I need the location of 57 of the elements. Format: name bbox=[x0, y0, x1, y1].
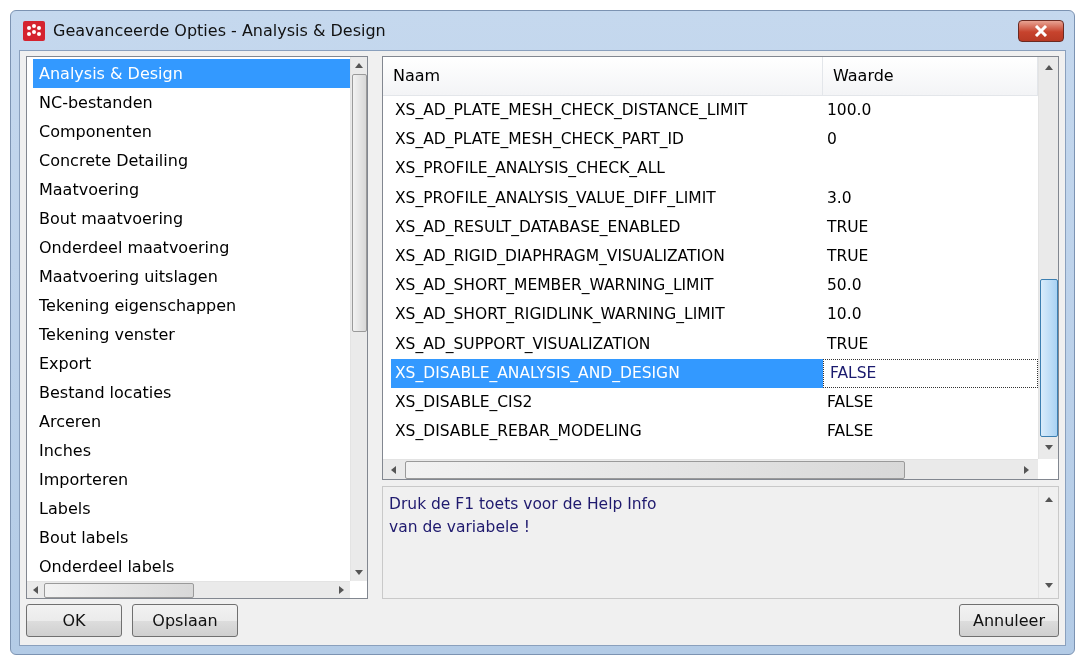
close-button[interactable] bbox=[1018, 19, 1064, 42]
scrollbar-thumb[interactable] bbox=[1039, 279, 1058, 437]
category-item[interactable]: Tekening venster bbox=[33, 320, 350, 349]
category-item[interactable]: Arceren bbox=[33, 407, 350, 436]
table-cell[interactable]: TRUE bbox=[823, 329, 1038, 359]
table-cell[interactable]: FALSE bbox=[823, 387, 1038, 418]
table-cell[interactable]: XS_PROFILE_ANALYSIS_VALUE_DIFF_LIMIT bbox=[391, 183, 823, 213]
category-item[interactable]: NC-bestanden bbox=[33, 88, 350, 117]
category-item[interactable]: Tekening eigenschappen bbox=[33, 291, 350, 320]
table-cell[interactable]: XS_AD_SHORT_MEMBER_WARNING_LIMIT bbox=[391, 271, 823, 301]
table-cell[interactable]: 3.0 bbox=[823, 183, 1038, 213]
vertical-scrollbar[interactable] bbox=[350, 57, 367, 581]
table-cell[interactable]: TRUE bbox=[823, 241, 1038, 272]
category-item[interactable]: Importeren bbox=[33, 465, 350, 494]
category-item[interactable]: Componenten bbox=[33, 117, 350, 146]
category-item[interactable]: Maatvoering uitslagen bbox=[33, 262, 350, 291]
app-logo-icon bbox=[23, 20, 45, 41]
table-cell[interactable]: XS_AD_SUPPORT_VISUALIZATION bbox=[391, 329, 823, 359]
scrollbar-thumb[interactable] bbox=[405, 460, 905, 479]
table-cell[interactable]: 0 bbox=[823, 125, 1038, 155]
table-cell[interactable]: XS_AD_RIGID_DIAPHRAGM_VISUALIZATION bbox=[391, 241, 823, 272]
scrollbar-thumb[interactable] bbox=[351, 74, 367, 332]
category-item[interactable]: Bout maatvoering bbox=[33, 204, 350, 233]
ok-button[interactable]: OK bbox=[26, 603, 122, 637]
scrollbar-thumb[interactable] bbox=[44, 582, 194, 598]
scroll-up-arrow-icon[interactable] bbox=[1043, 63, 1054, 73]
table-cell[interactable]: XS_DISABLE_CIS2 bbox=[391, 387, 823, 418]
window-title: Geavanceerde Opties - Analysis & Design bbox=[53, 21, 387, 40]
close-icon bbox=[1034, 24, 1048, 37]
table-cell[interactable]: 50.0 bbox=[823, 271, 1038, 301]
table-cell[interactable]: XS_AD_PLATE_MESH_CHECK_DISTANCE_LIMIT bbox=[391, 96, 823, 126]
category-item[interactable]: Onderdeel labels bbox=[33, 552, 350, 581]
help-text: Druk de F1 toets voor de Help Info van de variabele ! bbox=[388, 494, 658, 538]
column-header[interactable]: Naam bbox=[383, 57, 823, 95]
save-button[interactable]: Opslaan bbox=[132, 603, 238, 637]
category-item[interactable]: Export bbox=[33, 349, 350, 378]
category-item[interactable]: Concrete Detailing bbox=[33, 146, 350, 175]
vertical-scrollbar[interactable] bbox=[1038, 57, 1058, 459]
table-cell[interactable]: XS_AD_PLATE_MESH_CHECK_PART_ID bbox=[391, 125, 823, 155]
category-item[interactable]: Bestand locaties bbox=[33, 378, 350, 407]
table-cell[interactable]: FALSE bbox=[823, 417, 1038, 447]
table-cell[interactable]: 100.0 bbox=[823, 96, 1038, 126]
table-cell[interactable]: XS_AD_RESULT_DATABASE_ENABLED bbox=[391, 212, 823, 242]
table-cell[interactable]: XS_AD_SHORT_RIGIDLINK_WARNING_LIMIT bbox=[391, 300, 823, 330]
category-item[interactable]: Inches bbox=[33, 436, 350, 465]
category-item[interactable]: Bout labels bbox=[33, 523, 350, 552]
category-item[interactable]: Labels bbox=[33, 494, 350, 523]
category-item[interactable]: Maatvoering bbox=[33, 175, 350, 204]
category-item[interactable]: Onderdeel maatvoering bbox=[33, 233, 350, 262]
scroll-left-arrow-icon[interactable] bbox=[389, 464, 399, 475]
horizontal-scrollbar[interactable] bbox=[27, 581, 350, 598]
table-cell[interactable]: XS_DISABLE_REBAR_MODELING bbox=[391, 417, 823, 447]
horizontal-scrollbar[interactable] bbox=[383, 459, 1038, 479]
table-cell[interactable]: TRUE bbox=[823, 212, 1038, 242]
table-cell[interactable]: 10.0 bbox=[823, 300, 1038, 330]
table-cell[interactable]: XS_PROFILE_ANALYSIS_CHECK_ALL bbox=[391, 154, 823, 184]
cancel-button[interactable]: Annuleer bbox=[959, 603, 1059, 637]
